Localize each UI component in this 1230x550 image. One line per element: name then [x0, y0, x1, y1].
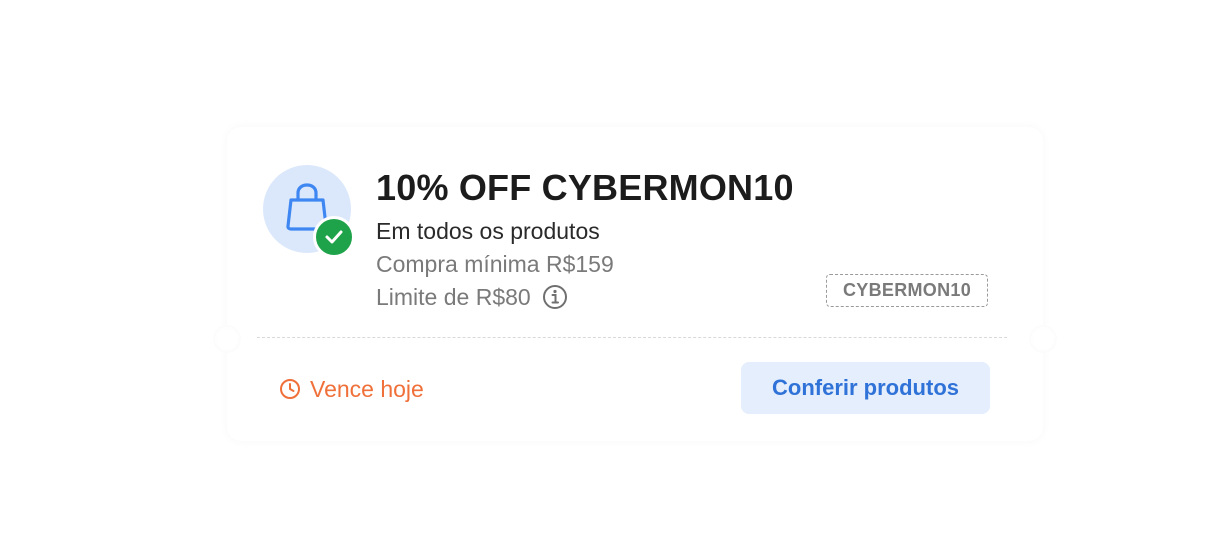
coupon-right-notch: [1029, 325, 1057, 353]
coupon-code[interactable]: CYBERMON10: [826, 274, 988, 307]
view-products-button[interactable]: Conferir produtos: [741, 362, 990, 414]
coupon-title: 10% OFF CYBERMON10: [376, 167, 794, 208]
check-badge: [313, 216, 355, 258]
check-icon: [325, 230, 343, 244]
expiry-status: Vence hoje: [279, 374, 424, 404]
coupon-left-notch: [213, 325, 241, 353]
coupon-divider: [257, 337, 1007, 338]
page: 10% OFF CYBERMON10 Em todos os produtos …: [0, 0, 1230, 550]
expiry-label: Vence hoje: [310, 375, 424, 402]
discount-limit: Limite de R$80: [376, 283, 531, 310]
minimum-purchase: Compra mínima R$159: [376, 251, 614, 277]
clock-icon: [280, 379, 300, 399]
discount-limit-row: Limite de R$80: [376, 283, 568, 311]
info-icon[interactable]: [542, 284, 568, 310]
coupon-subtitle: Em todos os produtos: [376, 218, 600, 244]
coupon-card: 10% OFF CYBERMON10 Em todos os produtos …: [213, 127, 1057, 441]
